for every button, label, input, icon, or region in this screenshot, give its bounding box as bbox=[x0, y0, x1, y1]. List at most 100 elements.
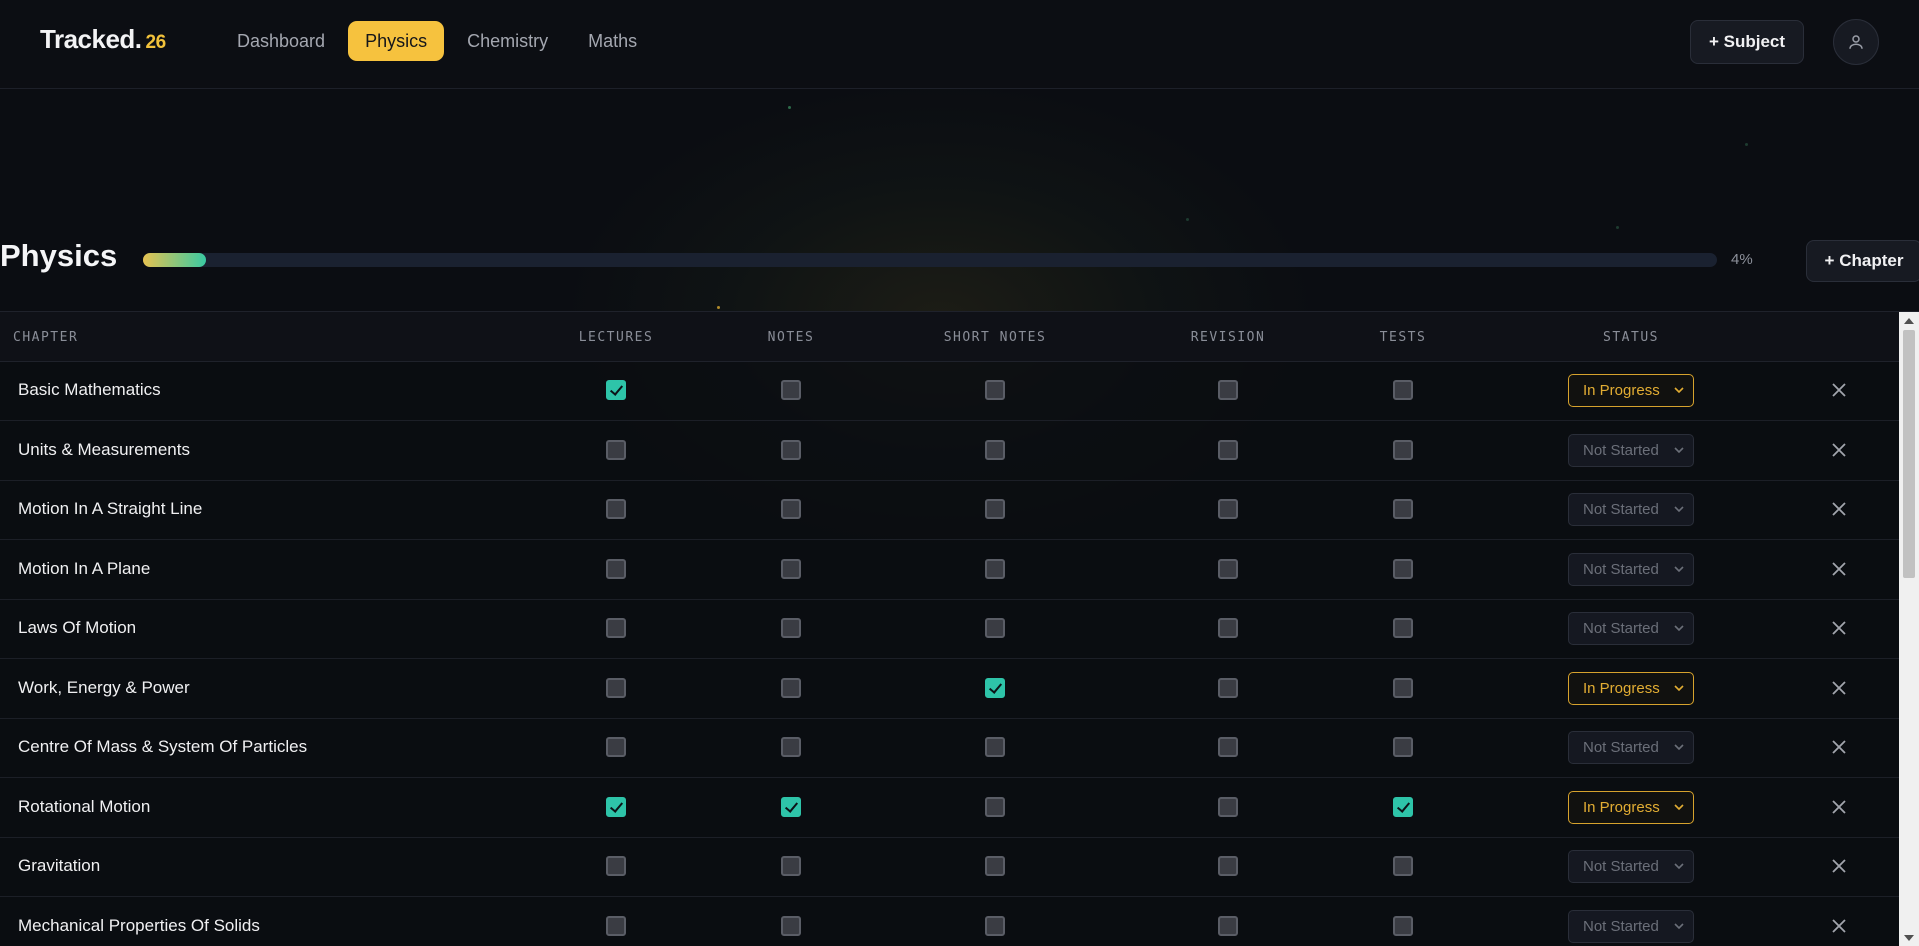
app-logo[interactable]: Tracked. 26 bbox=[40, 24, 166, 55]
add-chapter-button[interactable]: + Chapter bbox=[1806, 240, 1919, 282]
delete-chapter-close-icon[interactable] bbox=[1831, 739, 1847, 755]
short-notes-checkbox[interactable] bbox=[985, 439, 1005, 460]
lectures-checkbox[interactable] bbox=[606, 677, 626, 698]
lectures-checkbox[interactable] bbox=[606, 737, 626, 757]
tests-checkbox[interactable] bbox=[1393, 677, 1413, 698]
delete-chapter-close-icon[interactable] bbox=[1831, 501, 1847, 517]
notes-checkbox[interactable] bbox=[781, 796, 801, 817]
table-row: Centre Of Mass & System Of Particles Not … bbox=[0, 718, 1899, 778]
delete-chapter-close-icon[interactable] bbox=[1831, 799, 1847, 815]
lectures-checkbox[interactable] bbox=[606, 796, 626, 817]
logo-year: 26 bbox=[145, 32, 167, 53]
lectures-checkbox[interactable] bbox=[606, 558, 626, 579]
table-row: Work, Energy & Power In Progress bbox=[0, 659, 1899, 719]
revision-checkbox[interactable] bbox=[1218, 856, 1238, 876]
lectures-checkbox[interactable] bbox=[606, 499, 626, 519]
tests-checkbox[interactable] bbox=[1393, 499, 1413, 519]
background-particle bbox=[1616, 226, 1619, 229]
table-row: Mechanical Properties Of Solids Not Start… bbox=[0, 897, 1899, 946]
tests-checkbox[interactable] bbox=[1393, 915, 1413, 936]
status-select[interactable]: Not Started bbox=[1568, 493, 1694, 526]
delete-chapter-close-icon[interactable] bbox=[1831, 620, 1847, 636]
notes-checkbox[interactable] bbox=[781, 499, 801, 519]
status-select[interactable]: Not Started bbox=[1568, 433, 1694, 467]
revision-checkbox[interactable] bbox=[1218, 499, 1238, 519]
lectures-checkbox[interactable] bbox=[606, 915, 626, 936]
tests-checkbox[interactable] bbox=[1393, 737, 1413, 757]
scrollbar-thumb[interactable] bbox=[1903, 330, 1915, 578]
avatar-button[interactable] bbox=[1833, 19, 1879, 65]
revision-checkbox[interactable] bbox=[1218, 677, 1238, 698]
nav-tab-physics[interactable]: Physics bbox=[348, 21, 445, 61]
notes-checkbox[interactable] bbox=[781, 677, 801, 698]
status-select[interactable]: Not Started bbox=[1568, 552, 1694, 586]
status-select[interactable]: Not Started bbox=[1568, 850, 1694, 883]
table-row: Gravitation Not Started bbox=[0, 837, 1899, 897]
table-scrollbar[interactable] bbox=[1899, 312, 1919, 946]
revision-checkbox[interactable] bbox=[1218, 737, 1238, 757]
status-select[interactable]: Not Started bbox=[1568, 909, 1694, 943]
revision-checkbox[interactable] bbox=[1218, 618, 1238, 638]
notes-checkbox[interactable] bbox=[781, 856, 801, 876]
short-notes-checkbox[interactable] bbox=[985, 499, 1005, 519]
notes-checkbox[interactable] bbox=[781, 380, 801, 400]
notes-checkbox[interactable] bbox=[781, 558, 801, 579]
tests-checkbox[interactable] bbox=[1393, 439, 1413, 460]
revision-checkbox[interactable] bbox=[1218, 796, 1238, 817]
status-select[interactable]: In Progress bbox=[1568, 374, 1694, 407]
top-header: Tracked. 26 Dashboard Physics Chemistry M… bbox=[0, 0, 1919, 89]
short-notes-checkbox[interactable] bbox=[985, 915, 1005, 936]
lectures-checkbox[interactable] bbox=[606, 618, 626, 638]
notes-checkbox[interactable] bbox=[781, 618, 801, 638]
chapter-name: Gravitation bbox=[18, 856, 101, 875]
scroll-up-arrow-icon[interactable] bbox=[1904, 318, 1914, 324]
tests-checkbox[interactable] bbox=[1393, 796, 1413, 817]
revision-checkbox[interactable] bbox=[1218, 558, 1238, 579]
short-notes-checkbox[interactable] bbox=[985, 380, 1005, 400]
short-notes-checkbox[interactable] bbox=[985, 796, 1005, 817]
short-notes-checkbox[interactable] bbox=[985, 677, 1005, 698]
short-notes-checkbox[interactable] bbox=[985, 737, 1005, 757]
main-nav: Dashboard Physics Chemistry Maths bbox=[220, 21, 654, 61]
delete-chapter-close-icon[interactable] bbox=[1831, 918, 1847, 934]
revision-checkbox[interactable] bbox=[1218, 380, 1238, 400]
table-row: Laws Of Motion Not Started bbox=[0, 599, 1899, 659]
status-select[interactable]: Not Started bbox=[1568, 731, 1694, 764]
subject-progress-label: 4% bbox=[1731, 251, 1753, 268]
chapter-name: Laws Of Motion bbox=[18, 618, 137, 637]
short-notes-checkbox[interactable] bbox=[985, 856, 1005, 876]
nav-tab-chemistry[interactable]: Chemistry bbox=[450, 21, 565, 61]
delete-chapter-close-icon[interactable] bbox=[1831, 382, 1847, 398]
chevron-down-icon bbox=[1674, 446, 1684, 453]
tests-checkbox[interactable] bbox=[1393, 618, 1413, 638]
short-notes-checkbox[interactable] bbox=[985, 558, 1005, 579]
column-header-revision: REVISION bbox=[1190, 330, 1266, 345]
short-notes-checkbox[interactable] bbox=[985, 618, 1005, 638]
delete-chapter-close-icon[interactable] bbox=[1831, 561, 1847, 577]
status-select-value: In Progress bbox=[1583, 679, 1660, 697]
lectures-checkbox[interactable] bbox=[606, 380, 626, 400]
nav-tab-maths[interactable]: Maths bbox=[571, 21, 654, 61]
chevron-down-icon bbox=[1674, 863, 1684, 870]
scroll-down-arrow-icon[interactable] bbox=[1904, 935, 1914, 941]
revision-checkbox[interactable] bbox=[1218, 439, 1238, 460]
chevron-down-icon bbox=[1674, 387, 1684, 394]
notes-checkbox[interactable] bbox=[781, 737, 801, 757]
column-header-notes: NOTES bbox=[767, 330, 815, 345]
notes-checkbox[interactable] bbox=[781, 439, 801, 460]
tests-checkbox[interactable] bbox=[1393, 558, 1413, 579]
status-select[interactable]: Not Started bbox=[1568, 612, 1694, 645]
status-select[interactable]: In Progress bbox=[1568, 790, 1694, 824]
tests-checkbox[interactable] bbox=[1393, 856, 1413, 876]
nav-tab-dashboard[interactable]: Dashboard bbox=[220, 21, 342, 61]
add-subject-button[interactable]: + Subject bbox=[1690, 20, 1804, 64]
lectures-checkbox[interactable] bbox=[606, 439, 626, 460]
status-select[interactable]: In Progress bbox=[1568, 671, 1694, 705]
delete-chapter-close-icon[interactable] bbox=[1831, 680, 1847, 696]
lectures-checkbox[interactable] bbox=[606, 856, 626, 876]
delete-chapter-close-icon[interactable] bbox=[1831, 442, 1847, 458]
delete-chapter-close-icon[interactable] bbox=[1831, 858, 1847, 874]
notes-checkbox[interactable] bbox=[781, 915, 801, 936]
revision-checkbox[interactable] bbox=[1218, 915, 1238, 936]
tests-checkbox[interactable] bbox=[1393, 380, 1413, 400]
